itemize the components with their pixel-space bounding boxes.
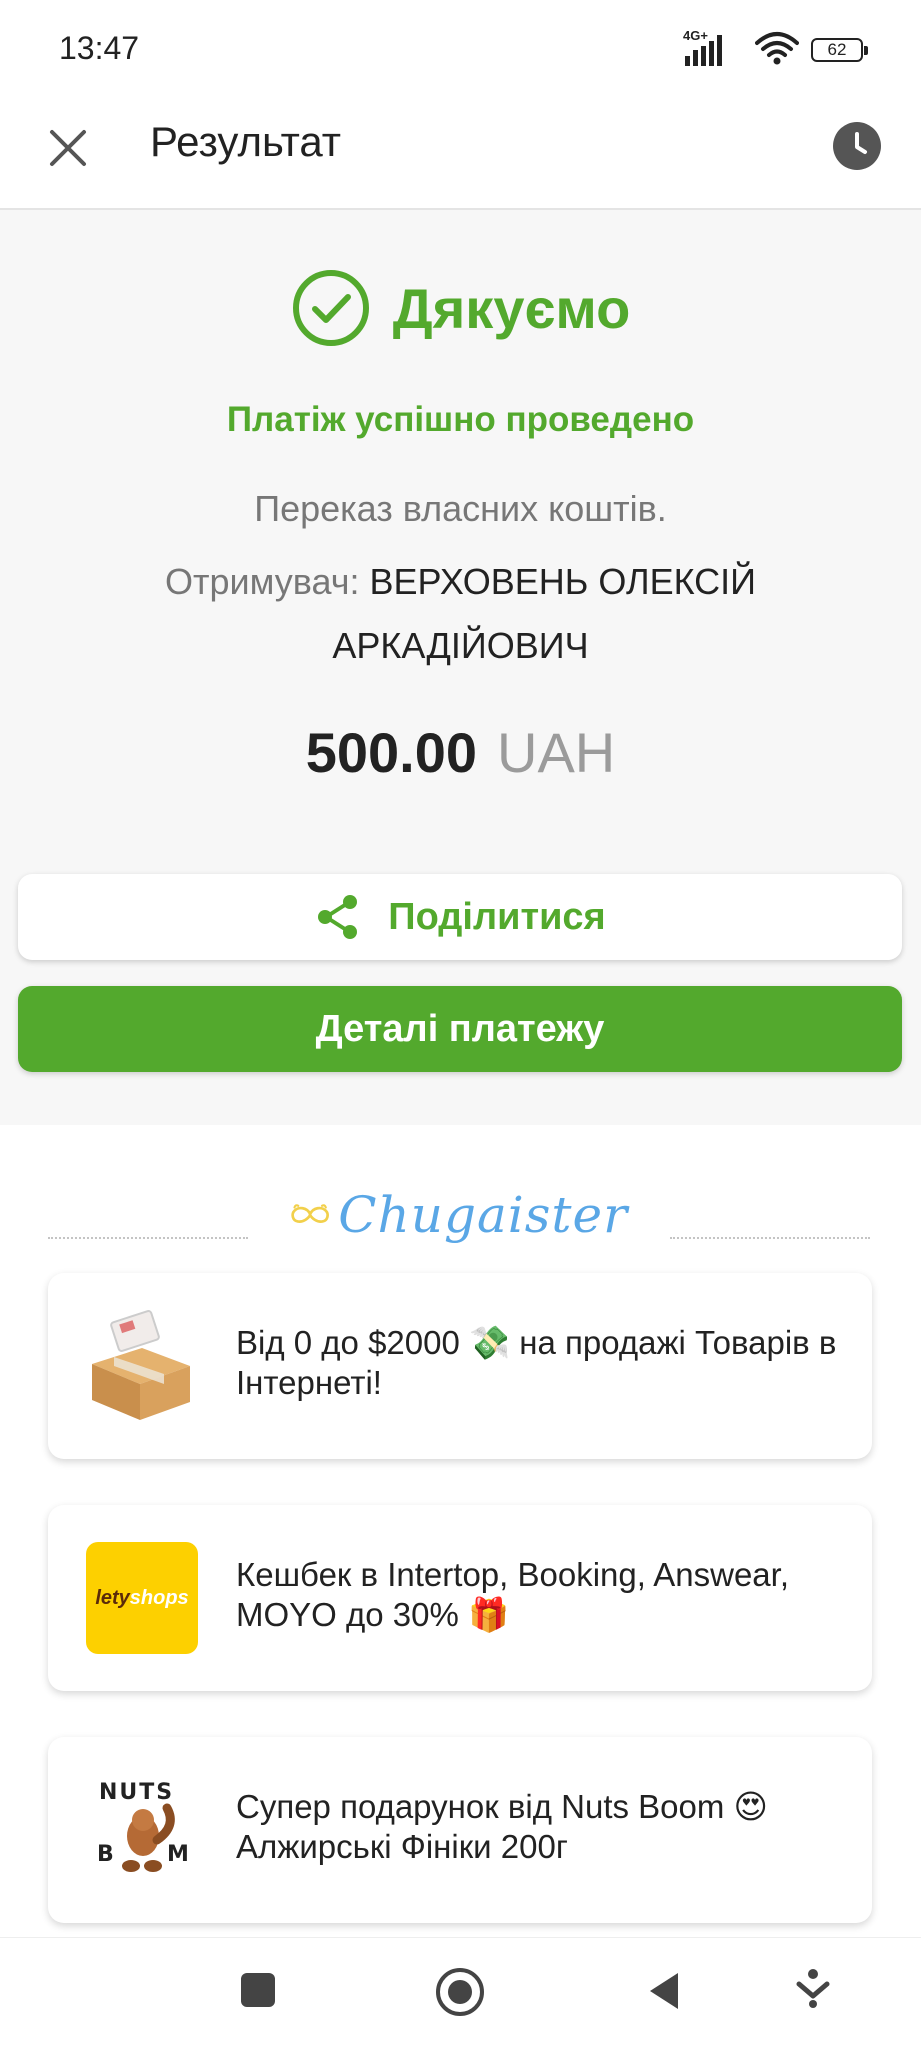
- network-type: 4G+: [683, 28, 708, 43]
- nuts-boom-logo-bottom-left: B: [97, 1842, 114, 1867]
- chugaister-header: Chugaister: [48, 1165, 870, 1265]
- wifi-icon: [755, 31, 799, 70]
- battery-icon: 62: [811, 38, 868, 62]
- letyshops-logo-accent: shops: [129, 1586, 189, 1609]
- back-triangle-icon: [650, 1973, 678, 2009]
- recipient-label: Отримувач:: [164, 561, 360, 602]
- app-bar: Результат: [0, 96, 921, 210]
- payment-details-label: Деталі платежу: [315, 1007, 605, 1050]
- share-label: Поділитися: [388, 895, 606, 938]
- promo-section: Chugaister Від 0 до $2000 💸 на продажі Т…: [0, 1125, 921, 1937]
- status-icons: 4G+ 62: [683, 28, 868, 70]
- promo-text: Супер подарунок від Nuts Boom 😍 Алжирськ…: [236, 1788, 768, 1865]
- promo-card-nutsboom[interactable]: NUTS B M Супер подарунок від Nuts Boom 😍…: [48, 1737, 872, 1923]
- divider-right: [670, 1237, 870, 1239]
- amount-currency: UAH: [497, 721, 616, 784]
- transfer-description: Переказ власних коштів.: [254, 488, 667, 529]
- history-button[interactable]: [825, 114, 889, 178]
- recipient-name: ВЕРХОВЕНЬ ОЛЕКСІЙ АРКАДІЙОВИЧ: [332, 561, 757, 666]
- promo-text: Від 0 до $2000 💸 на продажі Товарів в Ін…: [236, 1324, 837, 1401]
- assist-icon: [796, 1969, 830, 2008]
- box-icon: [84, 1308, 200, 1424]
- share-icon: [318, 895, 358, 939]
- thanks-heading: Дякуємо: [392, 276, 631, 340]
- amount-value: 500.00: [305, 721, 478, 784]
- amount: 500.00 UAH: [0, 720, 921, 785]
- promo-text: Кешбек в Intertop, Booking, Answear, MOY…: [236, 1556, 789, 1633]
- mustache-icon: [291, 1204, 329, 1223]
- promo-card-letyshops[interactable]: lety shops Кешбек в Intertop, Booking, An…: [48, 1505, 872, 1691]
- page-title: Результат: [150, 118, 342, 165]
- payment-status: Платіж успішно проведено: [226, 400, 695, 439]
- promo-card-sales[interactable]: Від 0 до $2000 💸 на продажі Товарів в Ін…: [48, 1273, 872, 1459]
- recipient: Отримувач: ВЕРХОВЕНЬ ОЛЕКСІЙ АРКАДІЙОВИЧ: [130, 550, 791, 678]
- divider-left: [48, 1237, 248, 1239]
- nuts-boom-logo-bottom-right: M: [167, 1842, 189, 1867]
- recent-apps-button[interactable]: [241, 1973, 275, 2007]
- nuts-boom-logo: NUTS B M: [84, 1772, 200, 1888]
- letyshops-logo-main: lety: [95, 1586, 130, 1609]
- assist-button[interactable]: [796, 1968, 830, 2013]
- clock-icon: [833, 122, 881, 170]
- cellular-signal-icon: 4G+: [683, 28, 743, 68]
- payment-details-button[interactable]: Деталі платежу: [18, 986, 902, 1072]
- chugaister-logo: Chugaister: [288, 1165, 628, 1265]
- result-panel: Дякуємо Платіж успішно проведено Переказ…: [0, 210, 921, 1125]
- back-button[interactable]: [646, 1971, 682, 2016]
- close-icon: [50, 130, 86, 166]
- chugaister-wordmark: Chugaister: [338, 1186, 628, 1244]
- status-time: 13:47: [59, 30, 140, 66]
- status-bar: 13:47 4G+ 62: [0, 0, 921, 96]
- home-button[interactable]: [436, 1968, 484, 2016]
- check-circle-icon: [292, 270, 369, 346]
- battery-level: 62: [827, 40, 847, 59]
- system-nav-bar: [0, 1937, 921, 2049]
- share-button[interactable]: Поділитися: [18, 874, 902, 960]
- letyshops-logo: lety shops: [84, 1540, 200, 1656]
- thanks-row: Дякуємо: [0, 268, 921, 348]
- close-button[interactable]: [40, 120, 96, 176]
